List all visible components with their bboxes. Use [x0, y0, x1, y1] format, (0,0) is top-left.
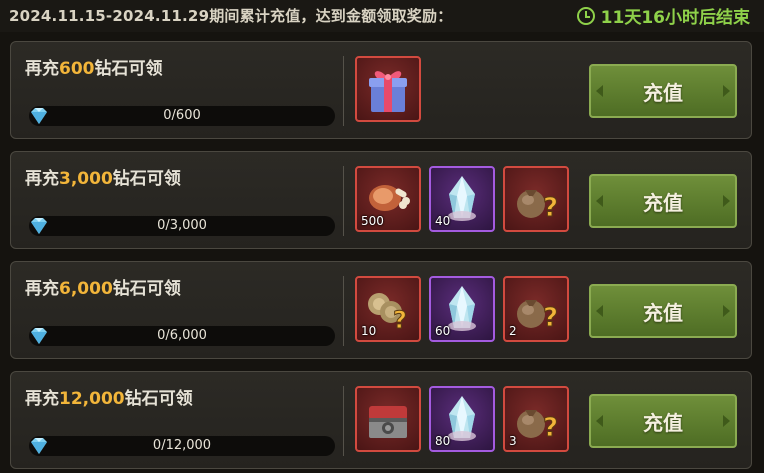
reward-tier-row: 再充3,000钻石可领 0/3,000 500 40 ? 充值 [10, 151, 752, 249]
reward-quantity: 40 [435, 214, 451, 228]
reward-tier-row: 再充6,000钻石可领 0/6,000 ? 10 60 ? 2 充值 [10, 261, 752, 359]
event-period-text: 2024.11.15-2024.11.29期间累计充值，达到金额领取奖励： [9, 7, 453, 25]
tier-amount: 6,000 [59, 279, 113, 299]
arrow-left-icon [596, 195, 603, 207]
reward-item[interactable]: 40 [429, 166, 495, 232]
reward-items: ? 10 60 ? 2 [355, 276, 569, 342]
divider [343, 386, 344, 456]
tier-amount: 600 [59, 59, 95, 79]
svg-text:?: ? [543, 303, 558, 333]
arrow-right-icon [723, 305, 730, 317]
reward-item[interactable]: ? 3 [503, 386, 569, 452]
arrow-right-icon [723, 85, 730, 97]
reward-tier-row: 再充600钻石可领 0/600 充值 [10, 41, 752, 139]
tier-amount: 3,000 [59, 169, 113, 189]
recharge-button-label: 充值 [643, 80, 683, 105]
tier-amount: 12,000 [59, 389, 125, 409]
tier-title-suffix: 钻石可领 [94, 59, 163, 79]
recharge-button-label: 充值 [643, 300, 683, 325]
reward-quantity: 3 [509, 434, 517, 448]
svg-text:?: ? [543, 193, 558, 223]
progress-bar: 0/6,000 [29, 326, 335, 346]
reward-quantity: 80 [435, 434, 451, 448]
svg-text:?: ? [543, 413, 558, 443]
recharge-button[interactable]: 充值 [589, 394, 737, 448]
reward-items: 80 ? 3 [355, 386, 569, 452]
reward-item[interactable] [355, 56, 421, 122]
tier-title-prefix: 再充 [25, 59, 59, 79]
reward-quantity: 2 [509, 324, 517, 338]
recharge-button[interactable]: 充值 [589, 64, 737, 118]
reward-tier-row: 再充12,000钻石可领 0/12,000 80 ? 3 充值 [10, 371, 752, 469]
divider [343, 166, 344, 236]
divider [343, 56, 344, 126]
recharge-button-label: 充值 [643, 190, 683, 215]
arrow-left-icon [596, 305, 603, 317]
tier-title-suffix: 钻石可领 [112, 279, 181, 299]
tier-title: 再充3,000钻石可领 [25, 164, 181, 189]
arrow-left-icon [596, 415, 603, 427]
arrow-left-icon [596, 85, 603, 97]
countdown-text: 11天16小时后结束 [600, 8, 750, 28]
clock-icon [576, 6, 595, 25]
reward-item[interactable] [355, 386, 421, 452]
event-header: 2024.11.15-2024.11.29期间累计充值，达到金额领取奖励： 11… [0, 0, 764, 32]
countdown-timer: 11天16小时后结束 [576, 3, 750, 28]
recharge-button[interactable]: 充值 [589, 284, 737, 338]
progress-bar: 0/12,000 [29, 436, 335, 456]
reward-item[interactable]: 80 [429, 386, 495, 452]
reward-item[interactable]: ? 2 [503, 276, 569, 342]
reward-quantity: 10 [361, 324, 377, 338]
recharge-button-label: 充值 [643, 410, 683, 435]
divider [343, 276, 344, 346]
progress-bar: 0/3,000 [29, 216, 335, 236]
reward-item[interactable]: ? [503, 166, 569, 232]
reward-quantity: 500 [361, 214, 384, 228]
progress-text: 0/3,000 [157, 218, 207, 233]
reward-item[interactable]: 500 [355, 166, 421, 232]
arrow-right-icon [723, 195, 730, 207]
progress-text: 0/600 [163, 108, 201, 123]
tier-title-suffix: 钻石可领 [124, 389, 193, 409]
reward-item[interactable]: ? 10 [355, 276, 421, 342]
reward-item[interactable]: 60 [429, 276, 495, 342]
tier-title-prefix: 再充 [25, 279, 59, 299]
tier-title-suffix: 钻石可领 [112, 169, 181, 189]
reward-items: 500 40 ? [355, 166, 569, 232]
recharge-button[interactable]: 充值 [589, 174, 737, 228]
tier-title: 再充6,000钻石可领 [25, 274, 181, 299]
reward-items [355, 56, 421, 122]
svg-text:?: ? [393, 306, 407, 334]
progress-text: 0/12,000 [152, 438, 212, 453]
progress-text: 0/6,000 [157, 328, 207, 343]
tier-title: 再充12,000钻石可领 [25, 384, 193, 409]
tier-title-prefix: 再充 [25, 389, 59, 409]
tier-title: 再充600钻石可领 [25, 54, 163, 79]
arrow-right-icon [723, 415, 730, 427]
reward-quantity: 60 [435, 324, 451, 338]
progress-bar: 0/600 [29, 106, 335, 126]
tier-title-prefix: 再充 [25, 169, 59, 189]
